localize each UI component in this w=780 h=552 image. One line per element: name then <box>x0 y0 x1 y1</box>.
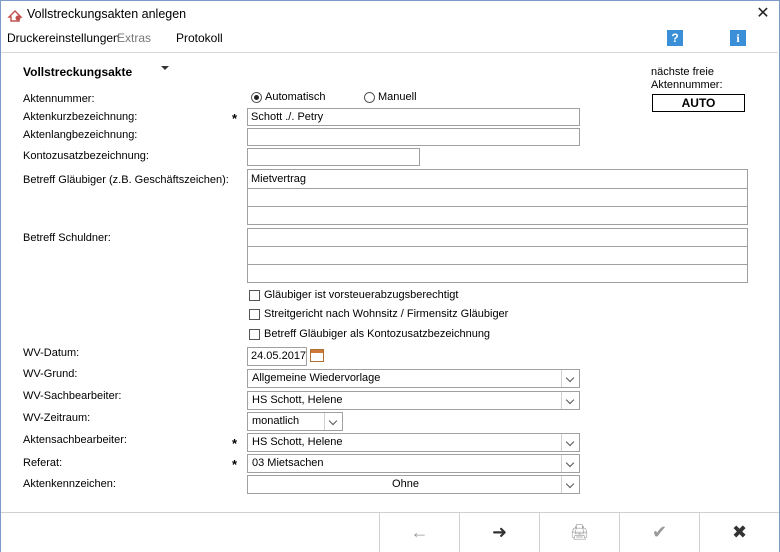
aktenkennzeichen-select[interactable]: Ohne <box>247 475 580 494</box>
langbez-input[interactable] <box>247 128 580 146</box>
langbez-label: Aktenlangbezeichnung: <box>23 129 138 141</box>
close-icon: ✖ <box>731 522 748 542</box>
referat-required: * <box>232 457 238 472</box>
wv-datum-input[interactable]: 24.05.2017 <box>247 347 307 366</box>
aktensachbearbeiter-select[interactable]: HS Schott, Helene <box>247 433 580 452</box>
aktensachbearbeiter-value: HS Schott, Helene <box>252 436 343 448</box>
next-free-label-1: nächste freie <box>651 66 714 78</box>
wv-zeitraum-value: monatlich <box>252 415 300 427</box>
arrow-right-icon: ➜ <box>491 522 508 542</box>
chevron-down-icon[interactable] <box>561 434 579 451</box>
chevron-down-icon[interactable] <box>561 476 579 493</box>
menu-bar: Druckereinstellungen Extras Protokoll <box>1 28 779 70</box>
wv-datum-label: WV-Datum: <box>23 347 80 359</box>
section-title: Vollstreckungsakte <box>23 65 133 79</box>
betreff-schuldner-textarea[interactable] <box>247 228 748 283</box>
textarea-line <box>248 246 747 247</box>
radio-manuell-label[interactable]: Manuell <box>378 91 417 103</box>
ok-button[interactable]: ✔ <box>619 513 699 552</box>
radio-automatisch[interactable] <box>251 92 262 103</box>
wv-grund-value: Allgemeine Wiedervorlage <box>252 372 381 384</box>
wv-grund-label: WV-Grund: <box>23 368 78 380</box>
forward-button[interactable]: ➜ <box>459 513 539 552</box>
chevron-down-icon[interactable] <box>561 455 579 472</box>
aktenkennzeichen-value: Ohne <box>392 478 419 490</box>
referat-label: Referat: <box>23 457 63 469</box>
textarea-line <box>248 264 747 265</box>
cancel-button[interactable]: ✖ <box>699 513 779 552</box>
info-icon[interactable]: i <box>730 30 746 46</box>
app-icon <box>7 10 23 22</box>
wv-grund-select[interactable]: Allgemeine Wiedervorlage <box>247 369 580 388</box>
chevron-down-icon[interactable] <box>324 413 342 430</box>
next-free-number: AUTO <box>652 94 745 112</box>
calendar-icon[interactable] <box>310 349 324 362</box>
wv-zeitraum-select[interactable]: monatlich <box>247 412 343 431</box>
help-icon[interactable]: ? <box>667 30 683 46</box>
betreff-glaeubiger-textarea[interactable]: Mietvertrag <box>247 169 748 225</box>
menu-protokoll[interactable]: Protokoll <box>176 31 223 45</box>
betreff-konto-checkbox[interactable] <box>249 329 260 340</box>
wv-sachbearbeiter-label: WV-Sachbearbeiter: <box>23 390 122 402</box>
menu-divider <box>1 52 778 53</box>
wv-zeitraum-label: WV-Zeitraum: <box>23 412 91 424</box>
printer-icon: 🖨 <box>569 524 590 541</box>
betreff-glaeubiger-value: Mietvertrag <box>251 173 307 185</box>
menu-dropdown-arrow-icon[interactable] <box>161 66 169 70</box>
kurzbez-required: * <box>232 111 238 126</box>
window-title: Vollstreckungsakten anlegen <box>27 7 187 21</box>
streitgericht-checkbox[interactable] <box>249 309 260 320</box>
wv-sachbearbeiter-value: HS Schott, Helene <box>252 394 343 406</box>
back-button[interactable]: ← <box>379 513 459 552</box>
menu-extras[interactable]: Extras <box>117 31 151 45</box>
aktensachbearbeiter-required: * <box>232 436 238 451</box>
print-button[interactable]: 🖨 <box>539 513 619 552</box>
checkmark-icon: ✔ <box>651 522 668 542</box>
textarea-line <box>248 206 747 207</box>
aktennummer-label: Aktennummer: <box>23 93 95 105</box>
radio-manuell[interactable] <box>364 92 375 103</box>
menu-druckereinstellungen[interactable]: Druckereinstellungen <box>7 31 120 45</box>
bottom-toolbar: ← ➜ 🖨 ✔ ✖ <box>1 512 779 552</box>
wv-sachbearbeiter-select[interactable]: HS Schott, Helene <box>247 391 580 410</box>
betreff-konto-label[interactable]: Betreff Gläubiger als Kontozusatzbezeich… <box>264 328 490 340</box>
aktenkennzeichen-label: Aktenkennzeichen: <box>23 478 116 490</box>
streitgericht-label[interactable]: Streitgericht nach Wohnsitz / Firmensitz… <box>264 308 508 320</box>
referat-value: 03 Mietsachen <box>252 457 324 469</box>
referat-select[interactable]: 03 Mietsachen <box>247 454 580 473</box>
chevron-down-icon[interactable] <box>561 392 579 409</box>
textarea-line <box>248 188 747 189</box>
next-free-label-2: Aktennummer: <box>651 79 723 91</box>
kontozusatz-input[interactable] <box>247 148 420 166</box>
kontozusatz-label: Kontozusatzbezeichnung: <box>23 150 149 162</box>
radio-automatisch-label[interactable]: Automatisch <box>265 91 326 103</box>
vorsteuer-label[interactable]: Gläubiger ist vorsteuerabzugsberechtigt <box>264 289 458 301</box>
vorsteuer-checkbox[interactable] <box>249 290 260 301</box>
kurzbez-label: Aktenkurzbezeichnung: <box>23 111 138 123</box>
arrow-left-icon: ← <box>410 522 429 542</box>
chevron-down-icon[interactable] <box>561 370 579 387</box>
title-bar: Vollstreckungsakten anlegen ✕ <box>1 1 779 27</box>
kurzbez-input[interactable]: Schott ./. Petry <box>247 108 580 126</box>
close-button[interactable]: ✕ <box>749 3 777 25</box>
betreff-glaeubiger-label: Betreff Gläubiger (z.B. Geschäftszeichen… <box>23 174 229 186</box>
betreff-schuldner-label: Betreff Schuldner: <box>23 232 111 244</box>
aktensachbearbeiter-label: Aktensachbearbeiter: <box>23 434 127 446</box>
